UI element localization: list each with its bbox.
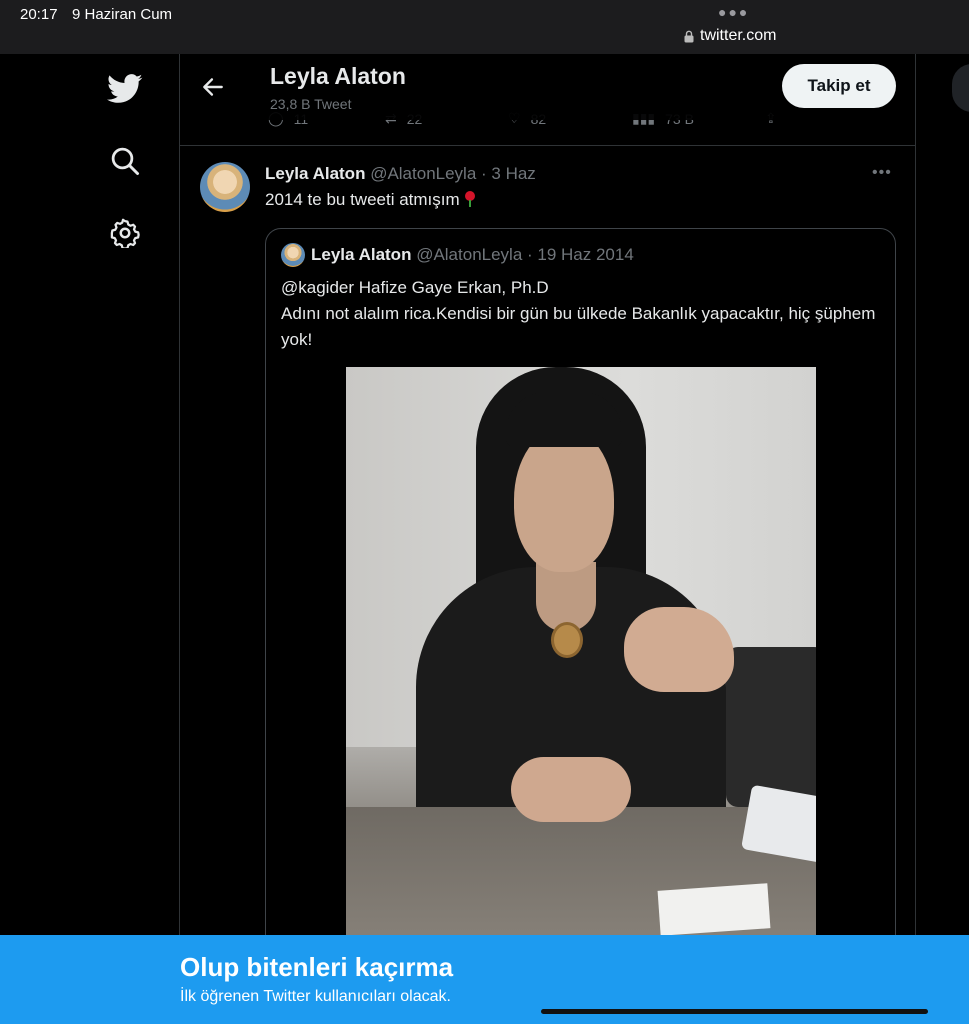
- status-date: 9 Haziran Cum: [72, 6, 173, 23]
- banner-subtitle: İlk öğrenen Twitter kullanıcıları olacak…: [180, 988, 451, 1005]
- photo-face: [514, 427, 614, 572]
- more-options-icon[interactable]: •••: [872, 164, 892, 182]
- photo-hand: [511, 757, 631, 822]
- quoted-author-meta: @AlatonLeyla · 19 Haz 2014: [416, 245, 634, 264]
- quoted-header: Leyla Alaton @AlatonLeyla · 19 Haz 2014: [311, 245, 634, 265]
- tweet-author-meta[interactable]: @AlatonLeyla · 3 Haz: [370, 164, 536, 183]
- tweet-count: 23,8 B Tweet: [270, 96, 352, 112]
- quoted-tweet[interactable]: Leyla Alaton @AlatonLeyla · 19 Haz 2014 …: [265, 228, 896, 1024]
- quoted-text: @kagider Hafize Gaye Erkan, Ph.D Adını n…: [281, 275, 881, 353]
- tweet-text-row: 2014 te bu tweeti atmışım: [265, 190, 476, 210]
- quoted-author-name: Leyla Alaton: [311, 245, 412, 264]
- timeline-column: Leyla Alaton 23,8 B Tweet Takip et ◯11 ⇄…: [179, 54, 916, 1024]
- tweet-header: Leyla Alaton @AlatonLeyla · 3 Haz: [265, 164, 536, 184]
- home-indicator[interactable]: [541, 1009, 928, 1014]
- banner-title: Olup bitenleri kaçırma: [180, 952, 454, 982]
- page-title: Leyla Alaton: [270, 63, 406, 89]
- quoted-text-line2: Adını not alalım rica.Kendisi bir gün bu…: [281, 304, 876, 349]
- more-dots-icon[interactable]: ●●●: [718, 4, 749, 20]
- status-bar: 20:17 9 Haziran Cum ●●● twitter.com: [0, 0, 969, 54]
- address-bar[interactable]: twitter.com: [684, 27, 776, 45]
- quoted-photo[interactable]: [346, 367, 816, 1024]
- lock-icon: [684, 30, 694, 42]
- tweet-author-name[interactable]: Leyla Alaton: [265, 164, 365, 183]
- quoted-avatar: [281, 243, 305, 267]
- photo-pendant: [551, 622, 583, 658]
- photo-card: [657, 883, 771, 936]
- photo-hand: [624, 607, 734, 692]
- rose-emoji-icon: [464, 191, 476, 207]
- right-sidebar-search[interactable]: [952, 64, 969, 112]
- status-time: 20:17: [20, 6, 58, 23]
- url-text: twitter.com: [700, 27, 777, 44]
- follow-button[interactable]: Takip et: [782, 64, 896, 108]
- profile-header: Leyla Alaton 23,8 B Tweet Takip et: [180, 54, 915, 120]
- gear-icon[interactable]: [104, 212, 146, 254]
- back-arrow-icon[interactable]: [200, 74, 226, 100]
- photo-bangs: [506, 392, 622, 447]
- quoted-text-line1: @kagider Hafize Gaye Erkan, Ph.D: [281, 278, 549, 297]
- tweet-text: 2014 te bu tweeti atmışım: [265, 190, 460, 209]
- photo-chair: [726, 647, 816, 807]
- avatar[interactable]: [200, 162, 250, 212]
- search-icon[interactable]: [104, 140, 146, 182]
- twitter-bird-icon[interactable]: [104, 68, 146, 110]
- signup-banner: Olup bitenleri kaçırma İlk öğrenen Twitt…: [0, 935, 969, 1024]
